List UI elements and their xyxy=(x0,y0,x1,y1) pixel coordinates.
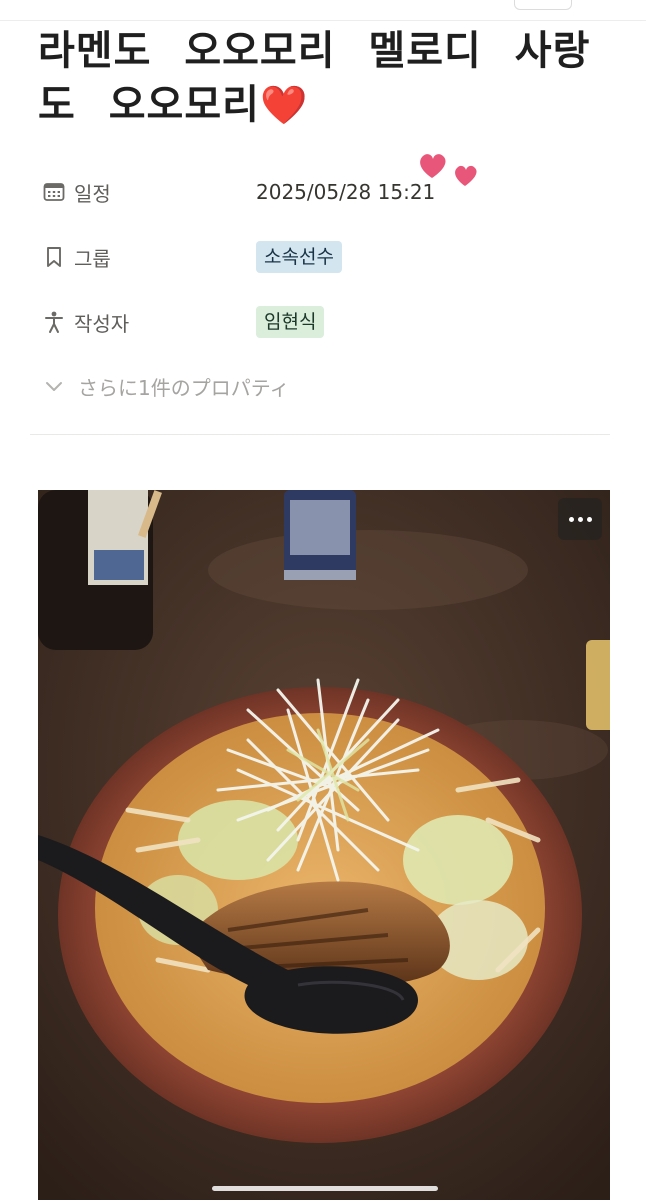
bookmark-icon xyxy=(42,245,66,269)
divider xyxy=(30,434,610,435)
more-horizontal-icon[interactable] xyxy=(558,498,602,540)
property-value-date[interactable]: 2025/05/28 15:21 xyxy=(256,180,435,204)
ramen-photo-image xyxy=(38,490,610,1200)
property-row-date[interactable]: 일정 2025/05/28 15:21 xyxy=(42,174,435,210)
author-tag[interactable]: 임현식 xyxy=(256,306,325,338)
top-toolbar-strip xyxy=(0,0,646,21)
person-icon xyxy=(42,310,66,334)
property-label-group: 그룹 xyxy=(74,246,111,271)
chevron-down-icon xyxy=(46,382,62,391)
calendar-icon xyxy=(42,180,66,204)
toolbar-pill-button[interactable] xyxy=(514,0,572,10)
home-indicator xyxy=(212,1186,438,1191)
property-row-group[interactable]: 그룹 소속선수 xyxy=(42,239,342,275)
more-properties-label: さらに1件のプロパティ xyxy=(78,375,290,400)
ramen-photo[interactable] xyxy=(38,490,610,1200)
property-label-date: 일정 xyxy=(74,181,111,206)
property-row-author[interactable]: 작성자 임현식 xyxy=(42,304,325,340)
more-properties-toggle[interactable]: さらに1件のプロパティ xyxy=(42,368,290,404)
page-title-text: 라멘도 오오모리 멜로디 사랑도 오오모리 xyxy=(38,28,591,128)
property-label-author: 작성자 xyxy=(74,311,130,336)
group-tag[interactable]: 소속선수 xyxy=(256,241,342,273)
heart-emoji: ❤️ xyxy=(259,83,309,127)
page-title: 라멘도 오오모리 멜로디 사랑도 오오모리❤️ xyxy=(38,24,598,132)
